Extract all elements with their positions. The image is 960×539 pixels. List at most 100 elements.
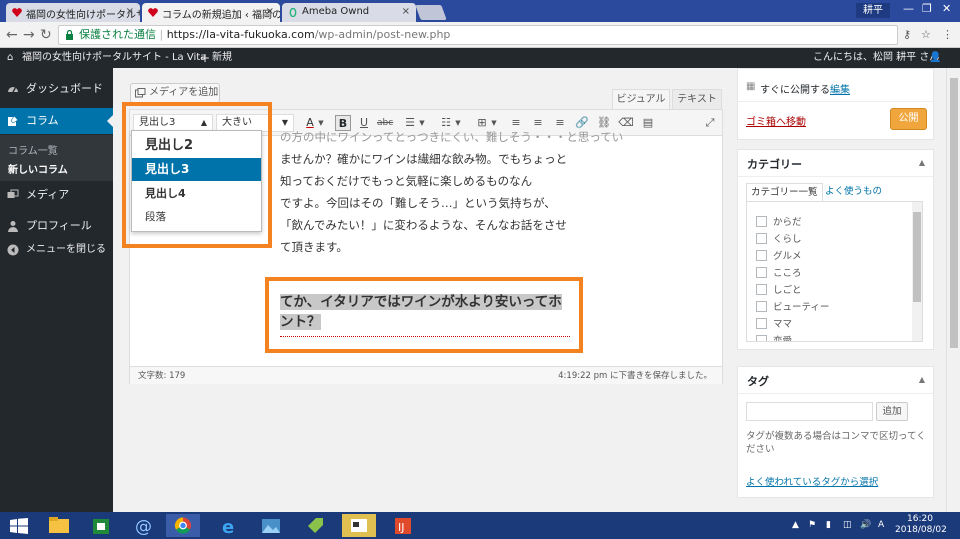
reload-icon[interactable]: ↻ (40, 27, 52, 43)
tab-category-popular[interactable]: よく使うもの (821, 183, 886, 201)
minimize-icon[interactable]: — (903, 2, 914, 15)
tray-ime-icon[interactable]: A (878, 520, 884, 530)
menu-dots-icon[interactable]: ⋮ (942, 28, 953, 41)
category-item-mama[interactable]: ママ (756, 316, 792, 330)
category-item-karada[interactable]: からだ (756, 214, 802, 228)
forward-icon[interactable]: → (23, 27, 35, 43)
autosave-status: 4:19:22 pm に下書きを保存しました。 (558, 371, 712, 381)
internet-explorer-icon[interactable]: e (212, 514, 246, 538)
collapse-icon (7, 244, 19, 256)
schedule-label: すぐに公開する (760, 85, 830, 96)
category-item-kokoro[interactable]: こころ (756, 265, 802, 279)
tag-app-icon[interactable] (298, 514, 332, 537)
toggle-up-icon[interactable]: ▲ (919, 158, 925, 167)
toggle-up-icon[interactable]: ▲ (919, 375, 925, 384)
checkbox[interactable] (756, 267, 767, 278)
submenu-item-new-column[interactable]: 新しいコラム (8, 161, 68, 176)
browser-tab-3[interactable]: Ameba Ownd × (282, 3, 416, 22)
popular-tags-link[interactable]: よく使われているタグから選択 (746, 474, 878, 488)
sidebar-item-media[interactable]: メディア (0, 182, 113, 208)
user-icon[interactable]: 👤 (929, 48, 941, 68)
star-icon[interactable]: ☆ (921, 28, 931, 41)
browser-tab-2[interactable]: コラムの新規追加 ‹ 福岡の × (142, 3, 280, 22)
checkbox[interactable] (756, 301, 767, 312)
plus-icon[interactable]: + (200, 48, 210, 68)
browser-tab-1[interactable]: 福岡の女性向けポータルサ × (6, 3, 140, 22)
tray-battery-icon[interactable]: ▮ (826, 520, 831, 530)
editor-statusbar: 文字数: 179 4:19:22 pm に下書きを保存しました。 (130, 366, 722, 384)
checkbox[interactable] (756, 216, 767, 227)
taskbar-clock[interactable]: 16:20 2018/08/02 (895, 514, 947, 536)
checkbox[interactable] (756, 233, 767, 244)
key-icon[interactable]: ⚷ (903, 28, 911, 41)
new-tab-button[interactable] (415, 5, 447, 20)
profile-chip[interactable]: 耕平 (856, 3, 890, 18)
paste-icon[interactable]: ▤ (640, 115, 656, 131)
tray-network-icon[interactable]: ◫ (843, 520, 852, 530)
close-icon[interactable]: × (266, 6, 274, 17)
store-icon[interactable] (84, 514, 118, 537)
scrollbar-thumb[interactable] (913, 212, 921, 302)
column-submenu: コラム一覧 新しいコラム (0, 135, 113, 181)
tag-input[interactable] (746, 402, 873, 421)
category-item-kurashi[interactable]: くらし (756, 231, 802, 245)
tray-speaker-icon[interactable]: 🔊 (860, 520, 871, 530)
category-scrollbar[interactable] (912, 202, 922, 341)
sidebar-item-label: メニューを閉じる (26, 244, 106, 255)
tag-add-button[interactable]: 追加 (876, 402, 908, 421)
tab-visual[interactable]: ビジュアル (612, 89, 670, 109)
url-path: /wp-admin/post-new.php (314, 28, 451, 41)
site-name-link[interactable]: 福岡の女性向けポータルサイト - La Vita (22, 48, 206, 68)
windows-start-icon[interactable] (10, 518, 28, 534)
browser-tab-title: コラムの新規追加 ‹ 福岡の (162, 10, 280, 21)
window-close-icon[interactable]: ✕ (942, 2, 951, 15)
checkbox[interactable] (756, 250, 767, 261)
file-explorer-icon[interactable] (42, 514, 76, 537)
checkbox[interactable] (756, 335, 767, 341)
new-content-link[interactable]: 新規 (212, 48, 232, 68)
news-app-icon[interactable] (342, 514, 376, 537)
category-item-renai[interactable]: 恋愛 (756, 333, 793, 342)
sidebar-item-column[interactable]: コラム (0, 108, 113, 134)
home-icon[interactable]: ⌂ (7, 48, 13, 68)
category-item-beauty[interactable]: ビューティー (756, 299, 829, 313)
close-icon[interactable]: × (402, 6, 410, 17)
sidebar-item-profile[interactable]: プロフィール (0, 213, 113, 239)
close-icon[interactable]: × (126, 6, 134, 17)
app-icon[interactable]: IJ (386, 514, 420, 537)
link-icon[interactable]: 🔗 (574, 115, 590, 131)
mail-icon[interactable]: @ (126, 514, 160, 537)
fullscreen-icon[interactable]: ⤢ (702, 115, 718, 131)
checkbox[interactable] (756, 318, 767, 329)
back-icon[interactable]: ← (6, 27, 18, 43)
photos-icon[interactable] (254, 514, 288, 537)
url-input[interactable]: 保護された通信 | https://la-vita-fukuoka.com/wp… (58, 25, 898, 45)
page-scrollbar[interactable] (946, 68, 960, 512)
tray-flag-icon[interactable]: ⚑ (808, 520, 816, 530)
wp-admin-bar: ⌂ 福岡の女性向けポータルサイト - La Vita + 新規 こんにちは、松岡… (0, 48, 960, 68)
scrollbar-thumb[interactable] (950, 78, 958, 348)
submenu-item-column-list[interactable]: コラム一覧 (8, 142, 58, 157)
add-media-button[interactable]: メディアを追加 (130, 83, 220, 103)
category-label: 恋愛 (773, 336, 793, 342)
trash-link[interactable]: ゴミ箱へ移動 (746, 113, 806, 128)
publish-box: ▦ すぐに公開する 編集 ゴミ箱へ移動 公開 (737, 68, 934, 140)
sidebar-item-dashboard[interactable]: ダッシュボード (0, 76, 113, 102)
unlink-icon[interactable]: ⛓ (596, 115, 612, 131)
tab-category-all[interactable]: カテゴリー一覧 (746, 183, 823, 201)
schedule-edit-link[interactable]: 編集 (830, 81, 850, 96)
content-line: て頂きます。 (280, 240, 348, 254)
collapse-menu-button[interactable]: メニューを閉じる (0, 237, 113, 263)
eraser-icon[interactable]: ⌫ (618, 115, 634, 131)
chrome-icon[interactable] (166, 514, 200, 537)
greeting-link[interactable]: こんにちは、松岡 耕平 さん (813, 48, 939, 68)
category-label: からだ (773, 217, 802, 228)
restore-icon[interactable]: ❐ (922, 2, 932, 15)
tray-up-icon[interactable]: ▲ (792, 520, 799, 530)
checkbox[interactable] (756, 284, 767, 295)
tab-text[interactable]: テキスト (672, 89, 722, 109)
category-item-gourmet[interactable]: グルメ (756, 248, 802, 262)
publish-button[interactable]: 公開 (890, 108, 927, 130)
category-item-shigoto[interactable]: しごと (756, 282, 802, 296)
editor-content[interactable]: の方の中にワインってとっつきにくい、難しそう・・・と思ってい ませんか？確かにワ… (280, 130, 623, 258)
